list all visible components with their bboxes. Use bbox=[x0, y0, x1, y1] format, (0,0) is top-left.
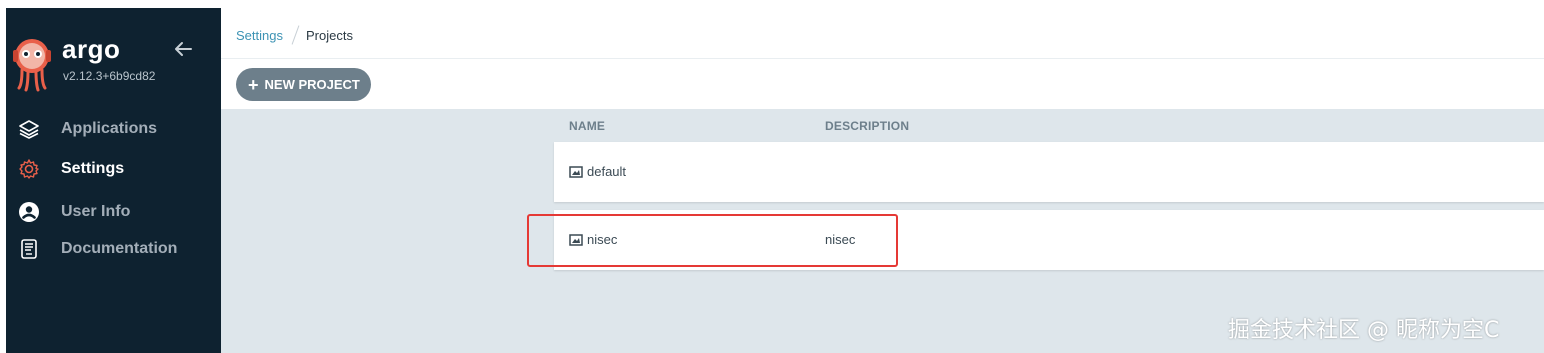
sidebar-item-applications[interactable]: Applications bbox=[6, 111, 221, 147]
project-icon bbox=[569, 165, 583, 178]
table-row[interactable]: default bbox=[554, 142, 1544, 202]
sidebar-item-user-info[interactable]: User Info bbox=[6, 194, 221, 230]
sidebar-item-settings[interactable]: Settings bbox=[6, 151, 221, 187]
book-icon bbox=[18, 238, 40, 260]
layers-icon bbox=[18, 118, 40, 140]
sidebar-item-documentation[interactable]: Documentation bbox=[6, 231, 221, 267]
sidebar-item-label: Applications bbox=[61, 120, 158, 137]
project-name: default bbox=[587, 164, 627, 179]
watermark: 掘金技术社区 @ 昵称为空C bbox=[1228, 318, 1500, 343]
plus-icon: + bbox=[248, 74, 259, 95]
project-description: nisec bbox=[825, 232, 856, 247]
project-icon bbox=[569, 233, 583, 246]
top-bar: Settings Projects bbox=[221, 8, 1544, 59]
project-name: nisec bbox=[587, 232, 618, 247]
project-name-cell: default bbox=[569, 164, 626, 179]
project-name-cell: nisec bbox=[569, 232, 617, 247]
column-header-name: NAME bbox=[569, 119, 606, 133]
app-name: argo bbox=[62, 34, 121, 64]
collapse-sidebar-button[interactable] bbox=[172, 38, 194, 60]
column-header-description: DESCRIPTION bbox=[825, 119, 910, 133]
gear-icon bbox=[18, 158, 40, 180]
user-icon bbox=[18, 201, 40, 223]
argo-logo bbox=[10, 36, 54, 92]
app-root: argo v2.12.3+6b9cd82 Applications Settin… bbox=[0, 0, 1544, 353]
sidebar-item-label: User Info bbox=[61, 203, 131, 220]
new-project-label: NEW PROJECT bbox=[264, 77, 360, 92]
sidebar-item-label: Settings bbox=[61, 160, 125, 177]
app-version: v2.12.3+6b9cd82 bbox=[63, 69, 156, 83]
new-project-button[interactable]: + NEW PROJECT bbox=[236, 68, 371, 101]
table-row[interactable]: nisec nisec bbox=[554, 210, 1544, 270]
sidebar-item-label: Documentation bbox=[61, 240, 178, 257]
breadcrumb-current: Projects bbox=[305, 27, 353, 43]
arrow-left-icon bbox=[175, 42, 192, 56]
breadcrumb-separator bbox=[291, 25, 300, 45]
toolbar: + NEW PROJECT bbox=[221, 59, 1544, 109]
breadcrumb-settings-link[interactable]: Settings bbox=[236, 28, 283, 43]
sidebar: argo v2.12.3+6b9cd82 Applications Settin… bbox=[6, 8, 221, 353]
breadcrumb: Settings Projects bbox=[236, 25, 353, 45]
